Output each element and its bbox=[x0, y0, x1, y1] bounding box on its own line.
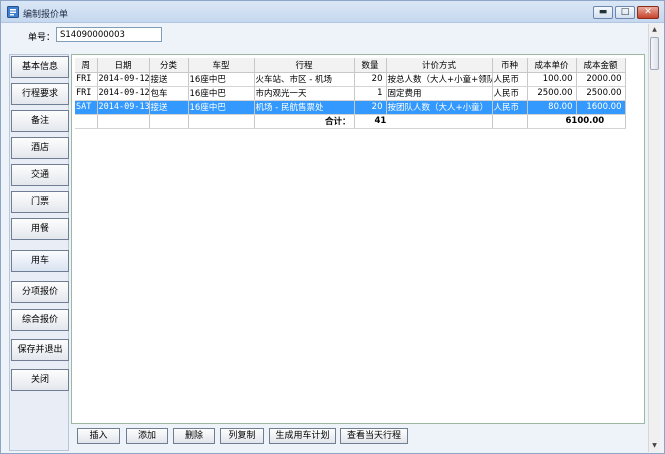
nav-meals[interactable]: 用餐 bbox=[11, 218, 69, 240]
nav-save-exit[interactable]: 保存并退出 bbox=[11, 339, 69, 361]
table-row[interactable]: FRI 2014-09-12 包车 16座中巴 市内观光一天 1 固定费用 人民… bbox=[75, 86, 626, 101]
cell-category[interactable]: 接送 bbox=[149, 100, 189, 115]
cell-pricing[interactable]: 固定费用 bbox=[386, 86, 493, 101]
vehicle-grid-panel: 周 日期 分类 车型 行程 数量 计价方式 币种 成本单价 成本金额 FRI 2… bbox=[71, 54, 645, 424]
col-unit-cost[interactable]: 成本单价 bbox=[527, 58, 577, 73]
col-route[interactable]: 行程 bbox=[254, 58, 355, 73]
cell-currency[interactable]: 人民币 bbox=[492, 86, 528, 101]
col-vehicle[interactable]: 车型 bbox=[188, 58, 255, 73]
cell-currency[interactable]: 人民币 bbox=[492, 100, 528, 115]
left-nav: 基本信息 行程要求 备注 酒店 交通 门票 用餐 用车 分项报价 综合报价 保存… bbox=[9, 54, 69, 451]
nav-itinerary[interactable]: 行程要求 bbox=[11, 83, 69, 105]
nav-close[interactable]: 关闭 bbox=[11, 369, 69, 391]
cell-quantity[interactable]: 20 bbox=[354, 72, 387, 87]
cell-unit-cost[interactable]: 80.00 bbox=[527, 100, 577, 115]
total-row: 合计： 41 6100.00 bbox=[75, 114, 626, 129]
delete-button[interactable]: 删除 bbox=[173, 428, 215, 444]
nav-tickets[interactable]: 门票 bbox=[11, 191, 69, 213]
cell-unit-cost[interactable]: 100.00 bbox=[527, 72, 577, 87]
nav-vehicle[interactable]: 用车 bbox=[11, 250, 69, 272]
app-icon bbox=[7, 6, 19, 18]
scroll-down-icon[interactable]: ▼ bbox=[649, 440, 660, 452]
generate-plan-button[interactable]: 生成用车计划 bbox=[269, 428, 336, 444]
add-button[interactable]: 添加 bbox=[126, 428, 168, 444]
cell-unit-cost[interactable]: 2500.00 bbox=[527, 86, 577, 101]
cell-vehicle[interactable]: 16座中巴 bbox=[188, 86, 255, 101]
cell-route[interactable]: 市内观光一天 bbox=[254, 86, 355, 101]
view-day-itinerary-button[interactable]: 查看当天行程 bbox=[340, 428, 408, 444]
window-title: 编制报价单 bbox=[23, 10, 69, 20]
total-quantity: 41 bbox=[354, 114, 493, 129]
cell-category[interactable]: 接送 bbox=[149, 72, 189, 87]
cell-date[interactable]: 2014-09-13 bbox=[97, 100, 150, 115]
cell-amount[interactable]: 2000.00 bbox=[576, 72, 626, 87]
cell-weekday[interactable]: FRI bbox=[75, 86, 98, 101]
quote-editor-window: 编制报价单 ▬ □ ✕ 单号： 基本信息 行程要求 备注 酒店 交通 门票 用餐… bbox=[0, 0, 665, 454]
order-number-label: 单号： bbox=[28, 33, 56, 43]
col-weekday[interactable]: 周 bbox=[75, 58, 98, 73]
total-amount: 6100.00 bbox=[527, 114, 626, 129]
col-date[interactable]: 日期 bbox=[97, 58, 150, 73]
order-number-input[interactable] bbox=[56, 27, 162, 42]
maximize-button[interactable]: □ bbox=[615, 6, 635, 19]
col-category[interactable]: 分类 bbox=[149, 58, 189, 73]
cell-amount[interactable]: 1600.00 bbox=[576, 100, 626, 115]
cell-pricing[interactable]: 按总人数（大人+小童+领队） bbox=[386, 72, 493, 87]
vertical-scrollbar[interactable]: ▲ ▼ bbox=[648, 24, 660, 452]
col-pricing[interactable]: 计价方式 bbox=[386, 58, 493, 73]
cell-date[interactable]: 2014-09-12 bbox=[97, 72, 150, 87]
cell-category[interactable]: 包车 bbox=[149, 86, 189, 101]
table-row-selected[interactable]: SAT 2014-09-13 接送 16座中巴 机场 - 民航售票处 20 按团… bbox=[75, 100, 626, 115]
col-currency[interactable]: 币种 bbox=[492, 58, 528, 73]
grid-header-row: 周 日期 分类 车型 行程 数量 计价方式 币种 成本单价 成本金额 bbox=[75, 58, 626, 73]
copy-column-button[interactable]: 列复制 bbox=[220, 428, 264, 444]
vehicle-grid[interactable]: 周 日期 分类 车型 行程 数量 计价方式 币种 成本单价 成本金额 FRI 2… bbox=[75, 58, 626, 129]
title-bar[interactable]: 编制报价单 ▬ □ ✕ bbox=[1, 1, 664, 23]
cell-pricing[interactable]: 按团队人数（大人+小童） bbox=[386, 100, 493, 115]
col-amount[interactable]: 成本金额 bbox=[576, 58, 626, 73]
minimize-button[interactable]: ▬ bbox=[593, 6, 613, 19]
cell-vehicle[interactable]: 16座中巴 bbox=[188, 100, 255, 115]
nav-remarks[interactable]: 备注 bbox=[11, 110, 69, 132]
cell-vehicle[interactable]: 16座中巴 bbox=[188, 72, 255, 87]
cell-weekday[interactable]: SAT bbox=[75, 100, 98, 115]
scroll-up-icon[interactable]: ▲ bbox=[649, 24, 660, 36]
cell-quantity[interactable]: 1 bbox=[354, 86, 387, 101]
cell-currency[interactable]: 人民币 bbox=[492, 72, 528, 87]
cell-route[interactable]: 机场 - 民航售票处 bbox=[254, 100, 355, 115]
cell-amount[interactable]: 2500.00 bbox=[576, 86, 626, 101]
scroll-thumb[interactable] bbox=[650, 37, 659, 70]
table-row[interactable]: FRI 2014-09-12 接送 16座中巴 火车站、市区 - 机场 20 按… bbox=[75, 72, 626, 87]
nav-basic-info[interactable]: 基本信息 bbox=[11, 56, 69, 78]
cell-route[interactable]: 火车站、市区 - 机场 bbox=[254, 72, 355, 87]
cell-quantity[interactable]: 20 bbox=[354, 100, 387, 115]
total-label: 合计： bbox=[254, 114, 355, 129]
insert-button[interactable]: 插入 bbox=[77, 428, 120, 444]
cell-weekday[interactable]: FRI bbox=[75, 72, 98, 87]
nav-hotel[interactable]: 酒店 bbox=[11, 137, 69, 159]
nav-transport[interactable]: 交通 bbox=[11, 164, 69, 186]
nav-itemized-quote[interactable]: 分项报价 bbox=[11, 281, 69, 303]
col-quantity[interactable]: 数量 bbox=[354, 58, 387, 73]
cell-date[interactable]: 2014-09-12 bbox=[97, 86, 150, 101]
close-window-button[interactable]: ✕ bbox=[637, 6, 659, 19]
nav-overall-quote[interactable]: 综合报价 bbox=[11, 309, 69, 331]
